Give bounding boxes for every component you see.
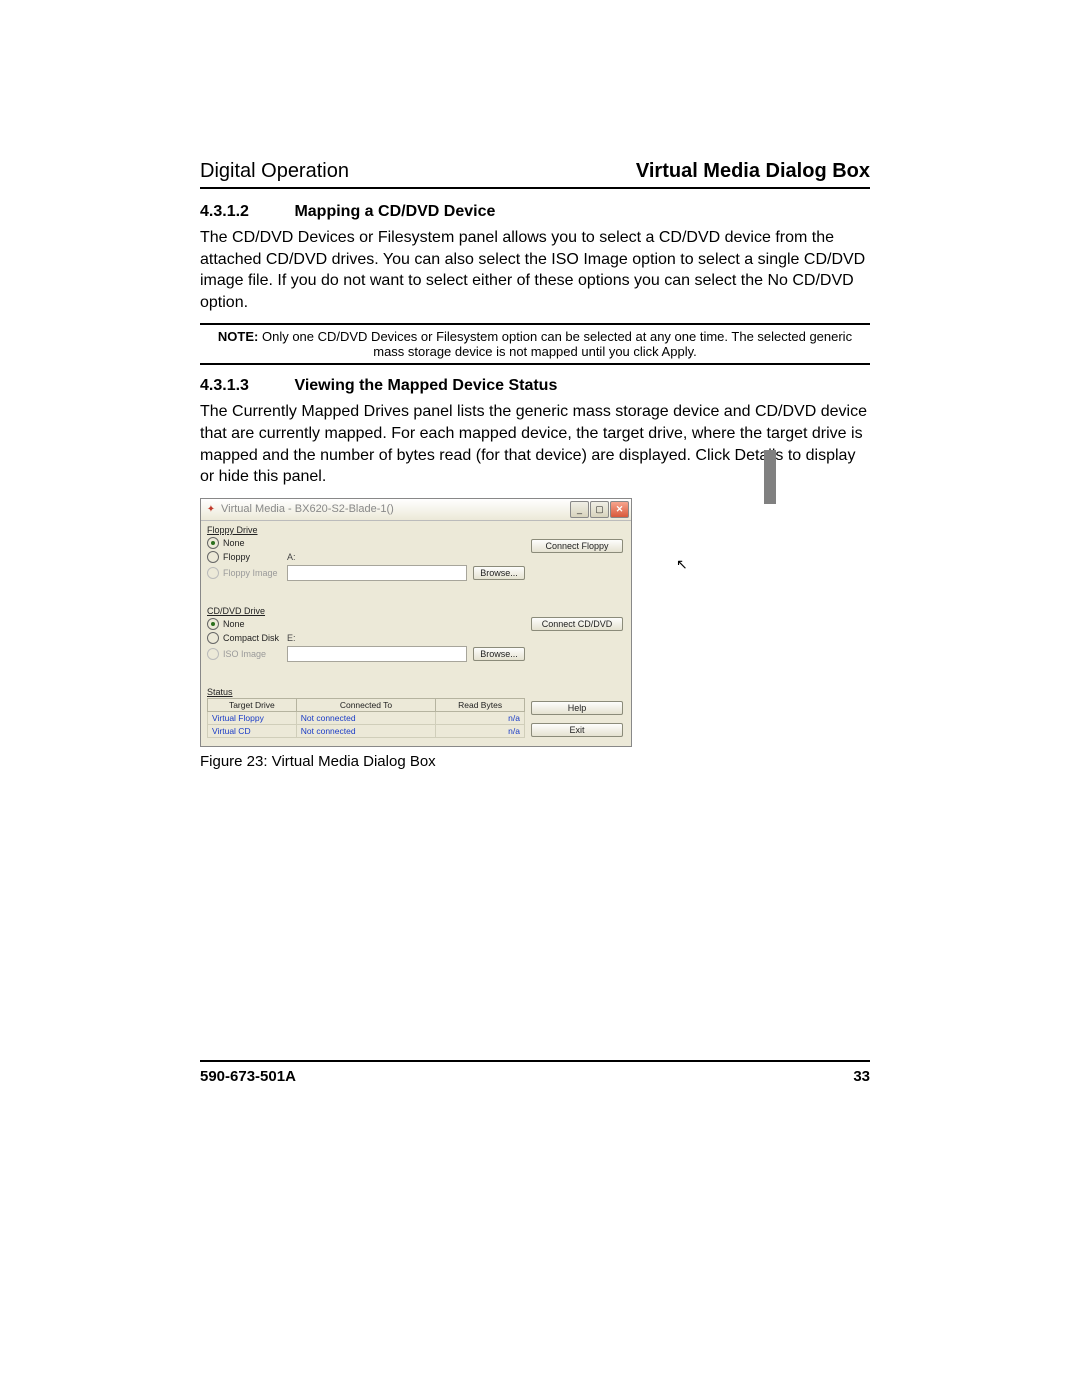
connect-cddvd-button[interactable]: Connect CD/DVD [531,617,623,631]
section-number-1: 4.3.1.2 [200,203,290,221]
section-title-1: Mapping a CD/DVD Device [294,203,495,220]
section-title-2: Viewing the Mapped Device Status [294,377,557,394]
header-right: Virtual Media Dialog Box [636,160,870,183]
cd-drive-letter: E: [287,633,296,643]
note-text: Only one CD/DVD Devices or Filesystem op… [258,329,852,359]
status-target-1: Virtual CD [208,724,297,737]
figure-caption: Figure 23: Virtual Media Dialog Box [200,753,870,770]
status-table: Target Drive Connected To Read Bytes Vir… [207,698,525,738]
radio-floppy-image-label: Floppy Image [223,568,283,578]
radio-cddvd-none[interactable] [207,618,219,630]
cursor-icon: ↖ [676,556,688,573]
close-button[interactable]: ✕ [610,501,629,518]
app-icon: ✦ [205,503,217,515]
help-button[interactable]: Help [531,701,623,715]
table-row: Virtual Floppy Not connected n/a [208,711,525,724]
section-heading-2: 4.3.1.3 Viewing the Mapped Device Status [200,377,870,395]
section-body-1: The CD/DVD Devices or Filesystem panel a… [200,227,870,313]
page-tab-marker [764,450,776,504]
radio-floppy-drive-label: Floppy [223,552,283,562]
floppy-panel: None Floppy A: Floppy Image Browse... [207,536,525,582]
virtual-media-dialog: ✦ Virtual Media - BX620-S2-Blade-1() _ ▢… [200,498,632,747]
floppy-panel-label: Floppy Drive [207,525,525,535]
status-header-connected: Connected To [296,698,435,711]
page-header: Digital Operation Virtual Media Dialog B… [200,160,870,189]
status-panel: Status Target Drive Connected To Read By… [207,687,525,738]
floppy-drive-letter: A: [287,552,296,562]
header-left: Digital Operation [200,160,349,183]
status-read-1: n/a [436,724,525,737]
note-box: NOTE: Only one CD/DVD Devices or Filesys… [200,323,870,365]
status-connected-1: Not connected [296,724,435,737]
connect-floppy-button[interactable]: Connect Floppy [531,539,623,553]
radio-floppy-none[interactable] [207,537,219,549]
radio-iso-image[interactable] [207,648,219,660]
status-connected-0: Not connected [296,711,435,724]
note-prefix: NOTE: [218,329,258,344]
floppy-image-path-input[interactable] [287,565,467,581]
status-read-0: n/a [436,711,525,724]
table-row: Virtual CD Not connected n/a [208,724,525,737]
dialog-figure: ↖ ✦ Virtual Media - BX620-S2-Blade-1() _… [200,498,870,770]
status-header-read: Read Bytes [436,698,525,711]
page-footer: 590-673-501A 33 [200,1060,870,1085]
radio-compact-disk-label: Compact Disk [223,633,283,643]
radio-compact-disk[interactable] [207,632,219,644]
iso-browse-button[interactable]: Browse... [473,647,525,661]
iso-image-path-input[interactable] [287,646,467,662]
status-panel-label: Status [207,687,525,697]
floppy-browse-button[interactable]: Browse... [473,566,525,580]
radio-floppy-drive[interactable] [207,551,219,563]
dialog-titlebar[interactable]: ✦ Virtual Media - BX620-S2-Blade-1() _ ▢… [201,499,631,521]
footer-pagenum: 33 [853,1068,870,1085]
maximize-button[interactable]: ▢ [590,501,609,518]
minimize-button[interactable]: _ [570,501,589,518]
cddvd-panel: None Compact Disk E: ISO Image Browse... [207,617,525,663]
radio-cddvd-none-label: None [223,619,283,629]
section-number-2: 4.3.1.3 [200,377,290,395]
cddvd-panel-label: CD/DVD Drive [207,606,525,616]
dialog-title: Virtual Media - BX620-S2-Blade-1() [221,503,570,515]
exit-button[interactable]: Exit [531,723,623,737]
status-header-target: Target Drive [208,698,297,711]
radio-floppy-image[interactable] [207,567,219,579]
radio-floppy-none-label: None [223,538,283,548]
status-target-0: Virtual Floppy [208,711,297,724]
section-heading-1: 4.3.1.2 Mapping a CD/DVD Device [200,203,870,221]
radio-iso-image-label: ISO Image [223,649,283,659]
footer-docnum: 590-673-501A [200,1068,296,1085]
